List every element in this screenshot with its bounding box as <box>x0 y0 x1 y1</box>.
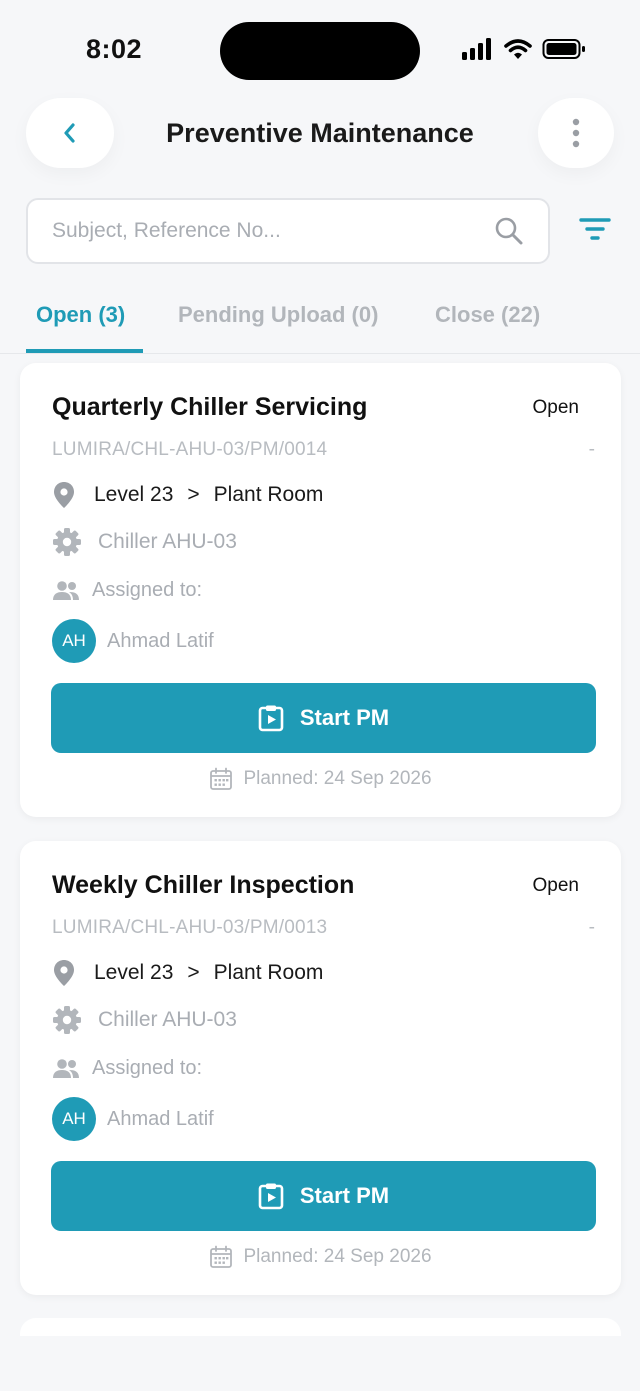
dynamic-island <box>220 22 420 80</box>
battery-icon <box>542 39 585 59</box>
assignee-row: AH Ahmad Latif <box>52 619 214 663</box>
assigned-label: Assigned to: <box>92 1057 203 1079</box>
assigned-label: Assigned to: <box>92 579 203 601</box>
assigned-row: Assigned to: <box>52 1057 202 1080</box>
assignee-name: Ahmad Latif <box>107 629 214 652</box>
search-box <box>26 198 550 264</box>
status-icons <box>462 38 586 60</box>
status-tabs: Open (3) Pending Upload (0) Close (22) <box>0 294 640 354</box>
search-input[interactable] <box>52 200 482 262</box>
card-title: Quarterly Chiller Servicing <box>52 393 368 421</box>
more-options-button[interactable] <box>538 98 614 168</box>
planned-row: Planned: 24 Sep 2026 <box>20 1245 621 1269</box>
start-pm-button[interactable]: Start PM <box>51 683 596 753</box>
location-room: Plant Room <box>213 483 324 506</box>
active-tab-indicator <box>26 349 143 353</box>
clipboard-play-icon <box>258 705 284 732</box>
planned-date: Planned: 24 Sep 2026 <box>243 1246 432 1267</box>
avatar: AH <box>52 1097 96 1141</box>
reference-number: LUMIRA/CHL-AHU-03/PM/0014 <box>52 439 328 460</box>
pm-card[interactable]: Quarterly Chiller Servicing Open LUMIRA/… <box>20 363 621 817</box>
calendar-icon <box>210 1245 233 1268</box>
start-pm-label: Start PM <box>299 705 390 730</box>
reference-number: LUMIRA/CHL-AHU-03/PM/0013 <box>52 917 328 938</box>
status-bar: 8:02 <box>0 0 640 100</box>
start-pm-button[interactable]: Start PM <box>51 1161 596 1231</box>
asset-row: Chiller AHU-03 <box>52 527 237 557</box>
wifi-icon <box>504 39 532 59</box>
bottom-area <box>0 1336 640 1391</box>
tab-open[interactable]: Open (3) <box>36 302 125 328</box>
asset-name: Chiller AHU-03 <box>98 530 237 553</box>
location-row: Level 23 > Plant Room <box>52 959 323 987</box>
location-row: Level 23 > Plant Room <box>52 481 323 509</box>
status-label: Open <box>532 875 579 896</box>
assignee-row: AH Ahmad Latif <box>52 1097 214 1141</box>
status-time: 8:02 <box>86 34 143 64</box>
planned-date: Planned: 24 Sep 2026 <box>243 768 432 789</box>
asset-name: Chiller AHU-03 <box>98 1008 237 1031</box>
more-vertical-icon <box>572 118 580 148</box>
people-icon <box>53 1058 79 1078</box>
location-pin-icon <box>54 960 74 986</box>
card-title: Weekly Chiller Inspection <box>52 871 355 899</box>
card-dash: - <box>588 917 595 938</box>
gear-icon <box>53 1006 81 1034</box>
location-separator: > <box>187 961 200 984</box>
filter-icon[interactable] <box>578 216 612 242</box>
clipboard-play-icon <box>258 1183 284 1210</box>
status-label: Open <box>532 397 579 418</box>
location-level: Level 23 <box>94 961 174 984</box>
gear-icon <box>53 528 81 556</box>
tab-close[interactable]: Close (22) <box>435 302 540 328</box>
tab-pending-upload[interactable]: Pending Upload (0) <box>178 302 378 328</box>
avatar: AH <box>52 619 96 663</box>
app-header: Preventive Maintenance <box>0 98 640 170</box>
calendar-icon <box>210 767 233 790</box>
location-room: Plant Room <box>213 961 324 984</box>
location-separator: > <box>187 483 200 506</box>
card-dash: - <box>588 439 595 460</box>
start-pm-label: Start PM <box>299 1183 390 1208</box>
location-pin-icon <box>54 482 74 508</box>
assignee-name: Ahmad Latif <box>107 1107 214 1130</box>
people-icon <box>53 580 79 600</box>
search-icon[interactable] <box>494 216 524 246</box>
assigned-row: Assigned to: <box>52 579 202 602</box>
asset-row: Chiller AHU-03 <box>52 1005 237 1035</box>
location-level: Level 23 <box>94 483 174 506</box>
planned-row: Planned: 24 Sep 2026 <box>20 767 621 791</box>
pm-card[interactable]: Weekly Chiller Inspection Open LUMIRA/CH… <box>20 841 621 1295</box>
signal-icon <box>462 38 491 60</box>
